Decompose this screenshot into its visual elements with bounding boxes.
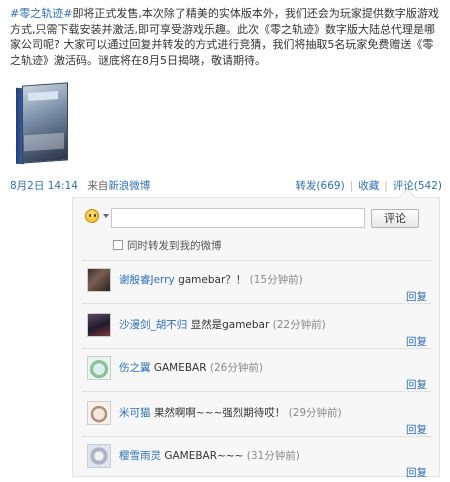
avatar[interactable]: [87, 401, 111, 425]
reply-link[interactable]: 回复: [406, 334, 427, 349]
divider: [83, 436, 431, 437]
divider: [83, 348, 431, 349]
comment-item: 谢殷睿Jerry gamebar？！ (15分钟前) 回复: [87, 268, 427, 308]
comment-text: GAMEBAR~~~: [164, 450, 244, 462]
submit-comment-button[interactable]: 评论: [371, 209, 419, 228]
comment-time: (29分钟前): [288, 407, 342, 419]
comment-time: (26分钟前): [209, 362, 263, 374]
divider: [83, 260, 431, 261]
comment-item: 沙漫剑_胡不归 显然是gamebar (22分钟前) 回复: [87, 313, 427, 353]
comment-link[interactable]: 评论(542): [393, 180, 442, 192]
comment-input[interactable]: [111, 208, 365, 228]
post-hashtag-link[interactable]: #零之轨迹#: [10, 7, 72, 20]
separator: |: [349, 180, 354, 192]
post-time-link[interactable]: 8月2日 14:14: [10, 180, 78, 192]
chevron-down-icon[interactable]: [103, 214, 109, 218]
emoji-icon[interactable]: [85, 209, 99, 223]
repost-link[interactable]: 转发(669): [295, 180, 344, 192]
source-link[interactable]: 新浪微博: [108, 180, 150, 192]
comment-author-link[interactable]: 沙漫剑_胡不归: [119, 319, 187, 331]
avatar[interactable]: [87, 356, 111, 380]
avatar[interactable]: [87, 313, 111, 337]
post-text: #零之轨迹#即将正式发售,本次除了精美的实体版本外，我们还会为玩家提供数字版游戏…: [10, 6, 442, 68]
reply-link[interactable]: 回复: [406, 465, 427, 480]
favorite-link[interactable]: 收藏: [358, 180, 379, 192]
reply-link[interactable]: 回复: [406, 289, 427, 304]
comment-item: 樱雪雨灵 GAMEBAR~~~ (31分钟前) 回复: [87, 444, 427, 482]
divider: [83, 391, 431, 392]
comment-text: gamebar？！: [178, 274, 247, 286]
repost-option[interactable]: 同时转发到我的微博: [113, 238, 222, 252]
reply-link[interactable]: 回复: [406, 377, 427, 392]
comment-time: (22分钟前): [272, 319, 326, 331]
comment-item: 米可猫 果然啊啊~~~强烈期待哎！ (29分钟前) 回复: [87, 401, 427, 441]
avatar[interactable]: [87, 444, 111, 468]
source-prefix: 来自: [87, 180, 109, 192]
post-meta: 8月2日 14:14 来自新浪微博 转发(669) | 收藏 | 评论(542): [10, 178, 442, 194]
divider: [83, 303, 431, 304]
comment-item: 伤之翼 GAMEBAR (26分钟前) 回复: [87, 356, 427, 396]
comment-time: (15分钟前): [249, 274, 303, 286]
comment-panel: 评论 同时转发到我的微博 谢殷睿Jerry gamebar？！ (15分钟前) …: [72, 188, 440, 479]
repost-option-label: 同时转发到我的微博: [127, 240, 222, 252]
comment-time: (31分钟前): [246, 450, 300, 462]
comment-text: 显然是gamebar: [190, 319, 270, 331]
comment-author-link[interactable]: 伤之翼: [119, 362, 151, 374]
comment-author-link[interactable]: 米可猫: [119, 407, 151, 419]
game-box-image[interactable]: [16, 82, 72, 166]
reply-link[interactable]: 回复: [406, 422, 427, 437]
avatar[interactable]: [87, 268, 111, 292]
comment-author-link[interactable]: 樱雪雨灵: [119, 450, 161, 462]
separator: |: [384, 180, 388, 192]
repost-checkbox[interactable]: [113, 240, 123, 250]
comment-author-link[interactable]: 谢殷睿Jerry: [119, 274, 175, 286]
post-actions: 转发(669) | 收藏 | 评论(542): [295, 178, 442, 193]
comment-text: 果然啊啊~~~强烈期待哎！: [153, 407, 286, 419]
post-body: 即将正式发售,本次除了精美的实体版本外，我们还会为玩家提供数字版游戏方式,只需下…: [10, 7, 439, 67]
comment-text: GAMEBAR: [153, 362, 207, 374]
